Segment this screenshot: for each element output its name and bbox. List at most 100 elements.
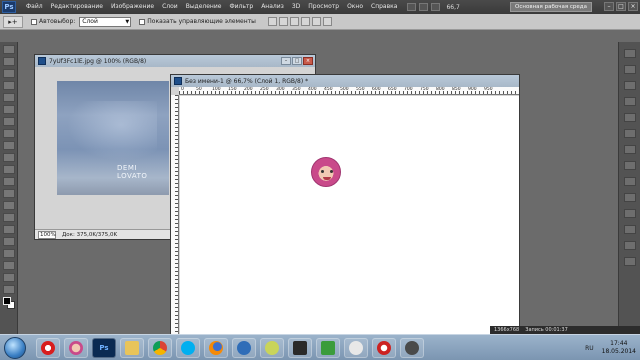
taskbar-app10[interactable] bbox=[288, 337, 312, 358]
menu-file[interactable]: Файл bbox=[22, 0, 47, 14]
taskbar-avatar-app[interactable] bbox=[64, 337, 88, 358]
workspace-button[interactable]: Основная рабочая среда bbox=[510, 2, 592, 12]
align-top-icon[interactable] bbox=[267, 17, 277, 26]
ruler-tick-label: 950 bbox=[484, 87, 493, 92]
menu-edit[interactable]: Редактирование bbox=[47, 0, 107, 14]
align-right-icon[interactable] bbox=[322, 17, 332, 26]
taskbar-app12[interactable] bbox=[344, 337, 368, 358]
foreground-color-swatch[interactable] bbox=[3, 297, 11, 305]
menu-window[interactable]: Окно bbox=[343, 0, 367, 14]
taskbar-chrome[interactable] bbox=[148, 337, 172, 358]
close-button[interactable]: × bbox=[628, 2, 638, 11]
doc-zoom-field[interactable]: 100% bbox=[38, 230, 56, 239]
healing-tool-icon[interactable] bbox=[3, 117, 15, 126]
grid-icon[interactable] bbox=[431, 3, 441, 11]
menu-3d[interactable]: 3D bbox=[288, 0, 304, 14]
character-panel-icon[interactable] bbox=[623, 241, 636, 250]
blur-tool-icon[interactable] bbox=[3, 189, 15, 198]
hand-icon[interactable] bbox=[407, 3, 417, 11]
clone-source-panel-icon[interactable] bbox=[623, 225, 636, 234]
move-tool-icon[interactable]: ▸+ bbox=[3, 15, 23, 28]
language-indicator[interactable]: RU bbox=[585, 345, 594, 352]
doc-close-button[interactable]: × bbox=[303, 57, 313, 65]
paragraph-panel-icon[interactable] bbox=[623, 257, 636, 266]
ruler-tick-label: 200 bbox=[244, 87, 253, 92]
menu-filter[interactable]: Фильтр bbox=[225, 0, 257, 14]
history-brush-icon[interactable] bbox=[3, 153, 15, 162]
minimize-button[interactable]: – bbox=[604, 2, 614, 11]
eyedropper-tool-icon[interactable] bbox=[3, 105, 15, 114]
actions-panel-icon[interactable] bbox=[623, 193, 636, 202]
type-tool-icon[interactable] bbox=[3, 225, 15, 234]
show-controls-checkbox[interactable] bbox=[139, 18, 146, 25]
gradient-tool-icon[interactable] bbox=[3, 177, 15, 186]
document-window-untitled[interactable]: Без имени-1 @ 66,7% (Слой 1, RGB/8) * 0 … bbox=[170, 74, 520, 336]
auto-select-label: Автовыбор: bbox=[39, 18, 76, 25]
menu-view[interactable]: Просмотр bbox=[304, 0, 343, 14]
lasso-tool-icon[interactable] bbox=[3, 69, 15, 78]
maximize-button[interactable]: □ bbox=[616, 2, 626, 11]
taskbar-media[interactable] bbox=[232, 337, 256, 358]
paths-panel-icon[interactable] bbox=[623, 161, 636, 170]
crop-tool-icon[interactable] bbox=[3, 93, 15, 102]
taskbar-app11[interactable] bbox=[316, 337, 340, 358]
color-panel-icon[interactable] bbox=[623, 49, 636, 58]
align-middle-icon[interactable] bbox=[278, 17, 288, 26]
taskbar-photoshop[interactable]: Ps bbox=[92, 337, 116, 358]
path-select-tool-icon[interactable] bbox=[3, 237, 15, 246]
taskbar-firefox[interactable] bbox=[204, 337, 228, 358]
taskbar-opera[interactable] bbox=[36, 337, 60, 358]
ps-doc-icon bbox=[174, 77, 182, 85]
quick-select-tool-icon[interactable] bbox=[3, 81, 15, 90]
align-left-icon[interactable] bbox=[300, 17, 310, 26]
masks-panel-icon[interactable] bbox=[623, 113, 636, 122]
move-tool-icon[interactable] bbox=[3, 45, 15, 54]
ruler-tick-label: 250 bbox=[260, 87, 269, 92]
start-button[interactable] bbox=[4, 336, 26, 359]
document-canvas[interactable] bbox=[180, 96, 519, 335]
taskbar-app9[interactable] bbox=[260, 337, 284, 358]
zoom-icon[interactable] bbox=[419, 3, 429, 11]
swatches-panel-icon[interactable] bbox=[623, 65, 636, 74]
taskbar-app13[interactable] bbox=[372, 337, 396, 358]
hand-tool-icon[interactable] bbox=[3, 273, 15, 282]
taskbar-app14[interactable] bbox=[400, 337, 424, 358]
zoom-tool-icon[interactable] bbox=[3, 285, 15, 294]
horizontal-ruler: 0 50 100 150 200 250 300 350 400 450 500… bbox=[179, 87, 519, 95]
document-title-bar[interactable]: Без имени-1 @ 66,7% (Слой 1, RGB/8) * bbox=[171, 75, 519, 87]
document-title-bar[interactable]: 7yUf3Fc1lE.jpg @ 100% (RGB/8) – □ × bbox=[35, 55, 315, 67]
channels-panel-icon[interactable] bbox=[623, 145, 636, 154]
menu-analysis[interactable]: Анализ bbox=[257, 0, 288, 14]
align-center-icon[interactable] bbox=[311, 17, 321, 26]
auto-select-dropdown[interactable]: Слой bbox=[79, 16, 132, 27]
tools-panel bbox=[0, 42, 18, 334]
doc-maximize-button[interactable]: □ bbox=[292, 57, 302, 65]
history-panel-icon[interactable] bbox=[623, 177, 636, 186]
layers-panel-icon[interactable] bbox=[623, 129, 636, 138]
shape-tool-icon[interactable] bbox=[3, 249, 15, 258]
document-window-controls: – □ × bbox=[281, 57, 313, 65]
dodge-tool-icon[interactable] bbox=[3, 201, 15, 210]
auto-select-checkbox[interactable] bbox=[31, 18, 37, 25]
opera-icon bbox=[41, 340, 55, 355]
3d-rotate-tool-icon[interactable] bbox=[3, 261, 15, 270]
ruler-tick-label: 500 bbox=[340, 87, 349, 92]
align-bottom-icon[interactable] bbox=[289, 17, 299, 26]
styles-panel-icon[interactable] bbox=[623, 81, 636, 90]
menu-layers[interactable]: Слои bbox=[158, 0, 182, 14]
stamp-tool-icon[interactable] bbox=[3, 141, 15, 150]
pen-tool-icon[interactable] bbox=[3, 213, 15, 222]
clock[interactable]: 17:44 18.05.2014 bbox=[602, 340, 636, 356]
adjustments-panel-icon[interactable] bbox=[623, 97, 636, 106]
menu-help[interactable]: Справка bbox=[367, 0, 401, 14]
brushes-panel-icon[interactable] bbox=[623, 209, 636, 218]
eraser-tool-icon[interactable] bbox=[3, 165, 15, 174]
app-zoom-level[interactable]: 66,7 bbox=[446, 4, 459, 11]
brush-tool-icon[interactable] bbox=[3, 129, 15, 138]
taskbar-explorer[interactable] bbox=[120, 337, 144, 358]
menu-select[interactable]: Выделение bbox=[182, 0, 226, 14]
menu-image[interactable]: Изображение bbox=[107, 0, 158, 14]
taskbar-skype[interactable] bbox=[176, 337, 200, 358]
doc-minimize-button[interactable]: – bbox=[281, 57, 291, 65]
marquee-tool-icon[interactable] bbox=[3, 57, 15, 66]
